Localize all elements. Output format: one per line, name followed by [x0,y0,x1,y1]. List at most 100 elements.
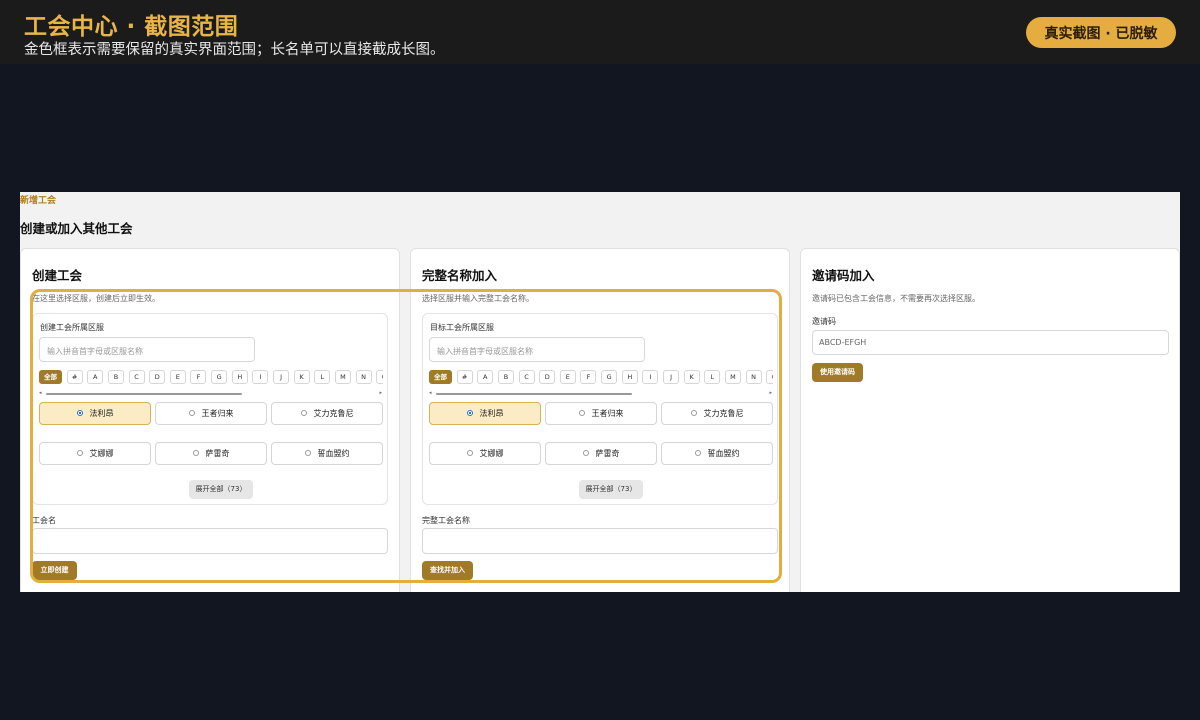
expand-all-button[interactable]: 展开全部（73） [189,480,253,499]
letter-filter-chip[interactable]: B [497,370,514,384]
letter-filter: 全部 # ABCDEFGHIJKLMNO [429,370,773,384]
letter-filter-chip[interactable]: H [231,370,248,384]
letter-filter-chip[interactable]: F [190,370,207,384]
letter-filter-chip[interactable]: K [683,370,700,384]
letter-filter-chip[interactable]: J [273,370,290,384]
letter-filter-chip[interactable]: D [539,370,556,384]
radio-icon[interactable] [466,410,473,416]
server-option-label: 王者归来 [201,409,234,418]
expand-all-button[interactable]: 展开全部（73） [579,480,643,499]
letter-filter-chip[interactable]: M [334,370,351,384]
banner-badge: 真实截图 · 已脱敏 [1026,17,1176,48]
letter-filter-chip[interactable]: B [107,370,124,384]
server-option-label: 萨雷奇 [205,449,230,458]
create-now-button[interactable]: 立即创建 [32,561,77,580]
letter-filter-chip[interactable]: N [745,370,762,384]
radio-icon[interactable] [304,450,311,456]
scroll-right-arrow-icon[interactable]: ▸ [379,391,382,396]
letter-filter-chip[interactable]: 全部 [39,370,62,384]
full-guild-name-input[interactable] [422,528,778,554]
join-by-name-card: 完整名称加入 选择区服并输入完整工会名称。 目标工会所属区服 输入拼音首字母或区… [410,248,790,592]
server-option[interactable]: 法利昂 [39,402,151,425]
letter-filter-chip[interactable]: L [704,370,721,384]
letter-filter-chip[interactable]: G [601,370,618,384]
banner-subtitle: 金色框表示需要保留的真实界面范围；长名单可以直接截成长图。 [24,42,445,58]
server-option-label: 王者归来 [591,409,624,418]
scroll-left-arrow-icon[interactable]: ◂ [39,391,42,396]
radio-icon[interactable] [76,410,83,416]
server-option[interactable]: 艾力克鲁尼 [271,402,383,425]
server-option[interactable]: 艾娜娜 [39,442,151,465]
letter-filter-chip[interactable]: 全部 [429,370,452,384]
letter-scrollbar[interactable]: ◂ ▸ [429,391,772,396]
scrollbar-thumb[interactable] [46,393,242,395]
server-label: 目标工会所属区服 [430,323,494,332]
letter-filter-chip[interactable]: A [477,370,494,384]
letter-filter-chip[interactable]: E [559,370,576,384]
server-option[interactable]: 艾力克鲁尼 [661,402,773,425]
server-option[interactable]: 法利昂 [429,402,541,425]
server-option-label: 誓血盟约 [317,449,350,458]
letter-scrollbar[interactable]: ◂ ▸ [39,391,382,396]
radio-icon[interactable] [578,410,585,416]
radio-icon[interactable] [188,410,195,416]
server-option-label: 萨雷奇 [595,449,620,458]
guild-name-input[interactable] [32,528,388,554]
server-option[interactable]: 王者归来 [155,402,267,425]
card-title: 完整名称加入 [422,268,498,283]
letter-filter-chip[interactable]: # [66,370,83,384]
server-option[interactable]: 王者归来 [545,402,657,425]
breadcrumb[interactable]: 新增工会 [20,193,56,206]
create-guild-card: 创建工会 在这里选择区服，创建后立即生效。 创建工会所属区服 输入拼音首字母或区… [20,248,400,592]
server-search-input[interactable]: 输入拼音首字母或区服名称 [429,337,645,362]
server-option[interactable]: 誓血盟约 [271,442,383,465]
radio-icon[interactable] [192,450,199,456]
server-picker: 目标工会所属区服 输入拼音首字母或区服名称 全部 # ABCDEFGHIJKLMNO… [422,313,778,505]
card-description: 在这里选择区服，创建后立即生效。 [32,294,160,303]
server-option[interactable]: 誓血盟约 [661,442,773,465]
letter-filter-chip[interactable]: C [128,370,145,384]
server-option-label: 誓血盟约 [707,449,740,458]
server-option-label: 艾力克鲁尼 [703,409,744,418]
letter-filter-chip[interactable]: F [580,370,597,384]
radio-icon[interactable] [690,410,697,416]
banner-title: 工会中心 · 截图范围 [24,14,239,40]
use-invite-code-button[interactable]: 使用邀请码 [812,363,863,382]
server-label: 创建工会所属区服 [40,323,104,332]
server-option[interactable]: 萨雷奇 [155,442,267,465]
radio-icon[interactable] [300,410,307,416]
letter-filter-chip[interactable]: J [663,370,680,384]
server-option-label: 法利昂 [89,409,114,418]
radio-icon[interactable] [466,450,473,456]
letter-filter-chip[interactable]: G [211,370,228,384]
radio-icon[interactable] [694,450,701,456]
letter-filter-chip[interactable]: H [621,370,638,384]
letter-filter-chip[interactable]: D [149,370,166,384]
letter-filter-chip[interactable]: I [642,370,659,384]
invite-code-input[interactable]: ABCD-EFGH [812,330,1169,355]
letter-filter-chip[interactable]: E [169,370,186,384]
server-search-input[interactable]: 输入拼音首字母或区服名称 [39,337,255,362]
radio-icon[interactable] [76,450,83,456]
radio-icon[interactable] [582,450,589,456]
letter-filter-chip[interactable]: O [766,370,773,384]
letter-filter-chip[interactable]: C [518,370,535,384]
scroll-left-arrow-icon[interactable]: ◂ [429,391,432,396]
letter-filter-chip[interactable]: O [376,370,383,384]
letter-filter-chip[interactable]: K [293,370,310,384]
letter-filter-chip[interactable]: N [355,370,372,384]
page-title: 创建或加入其他工会 [20,221,133,236]
scroll-right-arrow-icon[interactable]: ▸ [769,391,772,396]
top-banner: 工会中心 · 截图范围 金色框表示需要保留的真实界面范围；长名单可以直接截成长图… [0,0,1200,64]
find-and-join-button[interactable]: 查找并加入 [422,561,473,580]
server-option-label: 艾娜娜 [89,449,114,458]
letter-filter-chip[interactable]: L [314,370,331,384]
letter-filter-chip[interactable]: # [456,370,473,384]
invite-code-card: 邀请码加入 邀请码已包含工会信息，不需要再次选择区服。 邀请码 ABCD-EFG… [800,248,1180,592]
letter-filter-chip[interactable]: A [87,370,104,384]
letter-filter-chip[interactable]: I [252,370,269,384]
letter-filter-chip[interactable]: M [724,370,741,384]
server-option[interactable]: 萨雷奇 [545,442,657,465]
server-option[interactable]: 艾娜娜 [429,442,541,465]
scrollbar-thumb[interactable] [436,393,632,395]
